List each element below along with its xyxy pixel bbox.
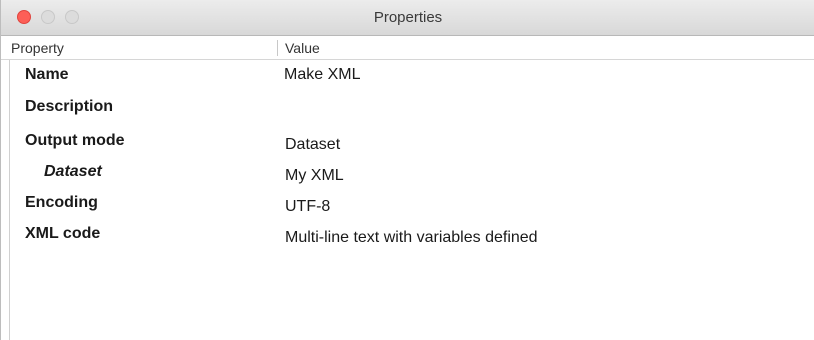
property-value[interactable]: Dataset bbox=[285, 136, 340, 154]
table-row-xml-code[interactable]: XML code Multi-line text with variables … bbox=[1, 221, 814, 249]
property-label: Description bbox=[25, 98, 114, 115]
table-row-output-mode[interactable]: Output mode Dataset bbox=[1, 128, 814, 156]
property-value[interactable]: UTF-8 bbox=[285, 198, 330, 216]
property-value[interactable]: Multi-line text with variables defined bbox=[285, 229, 538, 247]
property-label: Output mode bbox=[25, 132, 125, 149]
column-header-property[interactable]: Property bbox=[11, 40, 64, 56]
properties-window: Properties Property Value Name Make XML … bbox=[0, 0, 814, 340]
property-label: Encoding bbox=[25, 194, 98, 211]
table-row-description[interactable]: Description bbox=[1, 94, 814, 122]
property-label: XML code bbox=[25, 225, 101, 242]
property-value[interactable]: My XML bbox=[285, 167, 344, 185]
property-label: Name bbox=[25, 66, 69, 83]
property-label: Dataset bbox=[44, 163, 102, 180]
window-title: Properties bbox=[373, 9, 443, 26]
table-row-name[interactable]: Name Make XML bbox=[1, 62, 814, 90]
title-bar[interactable]: Properties bbox=[1, 0, 814, 36]
column-divider[interactable] bbox=[277, 40, 278, 56]
table-header: Property Value bbox=[1, 36, 814, 60]
table-row-dataset[interactable]: Dataset My XML bbox=[1, 159, 814, 187]
table-row-encoding[interactable]: Encoding UTF-8 bbox=[1, 190, 814, 218]
column-header-value[interactable]: Value bbox=[285, 40, 320, 56]
property-value[interactable]: Make XML bbox=[284, 66, 360, 84]
